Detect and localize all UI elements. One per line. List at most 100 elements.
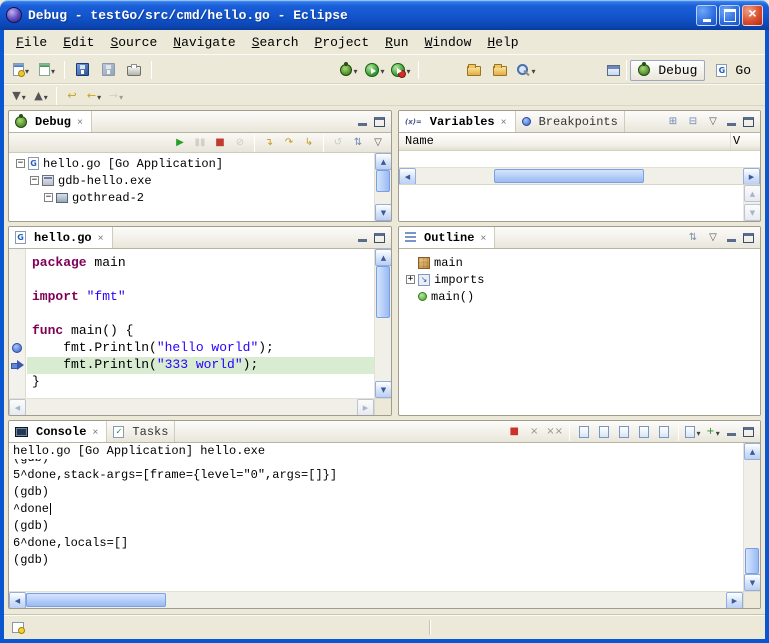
instruction-pointer-icon[interactable] — [11, 360, 24, 370]
next-annotation-button[interactable]: ▼ — [9, 86, 29, 105]
close-tab-icon[interactable] — [75, 115, 85, 129]
code-area[interactable]: package main import "fmt" func main() { … — [27, 249, 374, 398]
forward-button[interactable]: → — [106, 86, 126, 105]
open-perspective-button[interactable] — [603, 60, 623, 80]
maximize-view-icon[interactable] — [372, 115, 387, 129]
expander-icon[interactable]: + — [406, 275, 415, 284]
expander-icon[interactable]: − — [44, 193, 53, 202]
previous-annotation-button[interactable]: ▲ — [31, 86, 51, 105]
scroll-right-icon[interactable] — [726, 592, 743, 609]
collapse-all-button[interactable]: ⊟ — [684, 113, 702, 131]
tab-outline[interactable]: Outline — [399, 227, 495, 248]
tree-item[interactable]: main() — [399, 288, 760, 305]
code-line[interactable]: fmt.Println("hello world"); — [27, 340, 374, 357]
debug-vertical-scrollbar[interactable] — [374, 153, 391, 221]
scroll-down-icon[interactable] — [375, 381, 392, 398]
open-console-button[interactable]: + — [704, 423, 722, 441]
step-over-button[interactable]: ↷ — [280, 134, 298, 151]
scroll-down-icon[interactable] — [375, 204, 392, 221]
menu-search[interactable]: Search — [244, 33, 307, 52]
dropdown-arrow-icon[interactable] — [353, 61, 357, 79]
editor-vertical-scrollbar[interactable] — [374, 249, 391, 398]
fast-view-icon[interactable] — [12, 622, 24, 633]
editor-horizontal-scrollbar[interactable] — [9, 398, 374, 415]
menu-source[interactable]: Source — [102, 33, 165, 52]
code-line[interactable]: func main() { — [27, 323, 374, 340]
use-step-filters-button[interactable]: ⇅ — [349, 134, 367, 151]
suspend-button[interactable]: ▮▮ — [191, 134, 209, 151]
scroll-left-icon[interactable] — [9, 592, 26, 609]
maximize-view-icon[interactable] — [372, 231, 387, 245]
dropdown-arrow-icon[interactable] — [119, 87, 123, 105]
menu-edit[interactable]: Edit — [55, 33, 102, 52]
tab-variables[interactable]: Variables — [399, 111, 516, 132]
last-edit-location-button[interactable]: ↩ — [62, 86, 82, 105]
close-tab-icon[interactable] — [96, 231, 106, 245]
scroll-down-icon[interactable] — [744, 574, 761, 591]
step-return-button[interactable]: ↳ — [300, 134, 318, 151]
dropdown-arrow-icon[interactable] — [716, 423, 720, 441]
dropdown-arrow-icon[interactable] — [380, 61, 384, 79]
sort-button[interactable]: ⇅ — [684, 229, 702, 247]
open-plugin-artifact-button[interactable] — [462, 58, 486, 82]
menu-file[interactable]: File — [8, 33, 55, 52]
dropdown-arrow-icon[interactable] — [22, 87, 26, 105]
save-button[interactable] — [70, 58, 94, 82]
clear-console-button[interactable] — [575, 423, 593, 441]
dropdown-arrow-icon[interactable] — [44, 87, 48, 105]
scrollbar-thumb[interactable] — [376, 266, 390, 318]
view-menu-button[interactable]: ▽ — [369, 134, 387, 151]
maximize-view-icon[interactable] — [741, 231, 756, 245]
close-tab-icon[interactable] — [499, 115, 509, 129]
show-type-names-button[interactable]: ⊞ — [664, 113, 682, 131]
code-line[interactable] — [27, 272, 374, 289]
save-all-button[interactable] — [96, 58, 120, 82]
scrollbar-thumb[interactable] — [376, 170, 390, 192]
back-button[interactable]: ← — [84, 86, 104, 105]
perspective-go-button[interactable]: Go — [708, 60, 759, 81]
dropdown-arrow-icon[interactable] — [406, 61, 410, 79]
scroll-up-icon[interactable] — [375, 249, 392, 266]
tree-item[interactable]: −hello.go [Go Application] — [9, 155, 374, 172]
tree-item[interactable]: −gdb-hello.exe — [9, 172, 374, 189]
menu-project[interactable]: Project — [307, 33, 378, 52]
perspective-debug-button[interactable]: Debug — [630, 60, 705, 81]
scroll-up-icon[interactable] — [744, 185, 761, 202]
menu-navigate[interactable]: Navigate — [165, 33, 243, 52]
scroll-right-icon[interactable] — [743, 168, 760, 185]
code-line[interactable]: fmt.Println("333 world"); — [27, 357, 374, 374]
new-go-element-button[interactable] — [35, 58, 59, 82]
scrollbar-thumb[interactable] — [494, 169, 644, 183]
close-tab-icon[interactable] — [478, 231, 488, 245]
tab-hello-go[interactable]: hello.go — [9, 227, 113, 248]
dropdown-arrow-icon[interactable] — [531, 61, 535, 79]
tab-debug[interactable]: Debug — [9, 111, 92, 132]
tree-item[interactable]: −gothread-2 — [9, 189, 374, 206]
code-line[interactable]: import "fmt" — [27, 289, 374, 306]
column-value[interactable]: V — [731, 133, 760, 150]
remove-launch-button[interactable]: × — [525, 423, 543, 441]
tab-console[interactable]: Console — [9, 421, 107, 442]
annotation-ruler[interactable] — [9, 249, 26, 398]
minimize-button[interactable] — [696, 5, 717, 26]
maximize-button[interactable] — [719, 5, 740, 26]
terminate-button[interactable]: ■ — [505, 423, 523, 441]
maximize-view-icon[interactable] — [741, 115, 756, 129]
minimize-view-icon[interactable] — [724, 231, 739, 245]
tree-item[interactable]: main — [399, 254, 760, 271]
code-line[interactable]: package main — [27, 255, 374, 272]
remove-all-launches-button[interactable]: ×× — [545, 423, 564, 441]
variables-tree[interactable] — [399, 151, 760, 167]
dropdown-arrow-icon[interactable] — [25, 61, 29, 79]
column-name[interactable]: Name — [399, 133, 731, 150]
scrollbar-thumb[interactable] — [26, 593, 166, 607]
scroll-right-icon[interactable] — [357, 399, 374, 416]
scroll-up-icon[interactable] — [375, 153, 392, 170]
print-button[interactable] — [122, 58, 146, 82]
debug-button[interactable] — [337, 58, 361, 82]
minimize-view-icon[interactable] — [724, 425, 739, 439]
close-tab-icon[interactable] — [90, 425, 100, 439]
terminate-button[interactable]: ■ — [211, 134, 229, 151]
title-bar[interactable]: Debug - testGo/src/cmd/hello.go - Eclips… — [0, 0, 769, 30]
step-into-button[interactable]: ↴ — [260, 134, 278, 151]
